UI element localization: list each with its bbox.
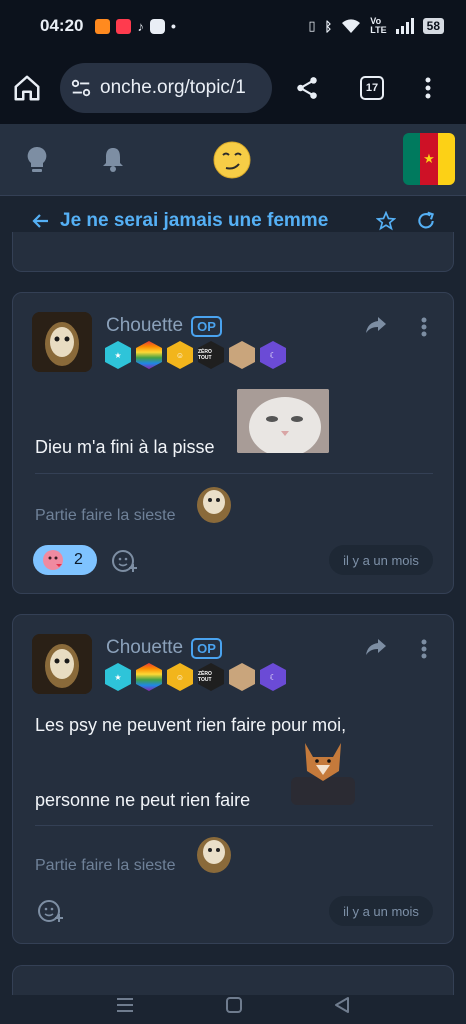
site-settings-icon[interactable] <box>70 77 92 99</box>
smiley-logo-icon[interactable] <box>212 140 252 180</box>
status-bar: 04:20 ♪ • ▯ ᛒ Vo LTE 58 <box>0 0 466 52</box>
owl-sticker-image <box>195 483 233 523</box>
star-badge-icon[interactable]: ★ <box>105 663 131 691</box>
system-nav-bar <box>0 996 466 1024</box>
youtube-icon <box>149 18 165 34</box>
url-bar[interactable]: onche.org/topic/1 <box>60 63 272 113</box>
rainbow-badge-icon[interactable] <box>136 663 162 691</box>
op-badge: OP <box>191 637 222 659</box>
volte-icon: Vo LTE <box>370 16 387 35</box>
author-name[interactable]: Chouette <box>106 315 183 337</box>
post-signature: Partie faire la sieste <box>35 857 176 874</box>
post-timestamp[interactable]: il y a un mois <box>329 896 433 926</box>
reaction-count: 2 <box>74 551 83 568</box>
bell-icon[interactable] <box>101 146 125 172</box>
cat-sticker-image <box>237 389 329 453</box>
vibrate-icon: ▯ <box>308 18 316 33</box>
badge-list: ★ ☺ ZÉRO TOUT ☾ <box>105 341 286 369</box>
op-badge: OP <box>191 315 222 337</box>
notification-app-icon <box>95 18 111 34</box>
moon-badge-icon[interactable]: ☾ <box>260 663 286 691</box>
cat-badge-icon[interactable] <box>229 663 255 691</box>
star-badge-icon[interactable]: ★ <box>105 341 131 369</box>
smiley-badge-icon[interactable]: ☺ <box>167 663 193 691</box>
zero-tout-badge[interactable]: ZÉRO TOUT <box>198 341 224 369</box>
post-signature: Partie faire la sieste <box>35 507 176 524</box>
cameroon-flag-icon[interactable]: ★ <box>403 133 455 185</box>
avatar[interactable] <box>32 634 92 694</box>
home-icon[interactable] <box>12 73 42 103</box>
post-more-icon[interactable] <box>421 639 427 659</box>
url-text: onche.org/topic/1 <box>100 77 246 98</box>
back-arrow-icon[interactable] <box>32 212 50 230</box>
flag-star-icon: ★ <box>423 151 435 166</box>
battery-indicator: 58 <box>422 18 444 34</box>
bluetooth-icon: ᛒ <box>324 18 333 34</box>
reaction-emoji-icon <box>43 550 63 570</box>
signal-icon <box>395 18 414 34</box>
topic-bar: Je ne serai jamais une femme <box>12 196 454 246</box>
signature-divider <box>35 825 433 826</box>
smiley-badge-icon[interactable]: ☺ <box>167 341 193 369</box>
post-message: Dieu m'a fini à la pisse <box>35 437 215 457</box>
browser-toolbar: onche.org/topic/1 17 <box>0 52 466 124</box>
reaction-pill[interactable]: 2 <box>33 545 97 575</box>
add-reaction-icon[interactable] <box>37 898 65 924</box>
status-time: 04:20 <box>40 16 84 35</box>
rainbow-badge-icon[interactable] <box>136 341 162 369</box>
reply-icon[interactable] <box>365 315 387 335</box>
site-header: ★ <box>0 124 466 196</box>
post-message-line: personne ne peut rien faire <box>35 790 251 810</box>
home-nav-icon[interactable] <box>225 996 243 1014</box>
more-notifications-dot-icon: • <box>170 18 176 34</box>
post-more-icon[interactable] <box>421 317 427 337</box>
signature-divider <box>35 473 433 474</box>
star-icon[interactable] <box>376 211 396 231</box>
post-author: Chouette OP <box>106 637 222 659</box>
topic-title[interactable]: Je ne serai jamais une femme <box>60 210 328 232</box>
tiktok-icon: ♪ <box>137 18 144 34</box>
owl-sticker-image <box>195 833 233 873</box>
tab-switcher-button[interactable]: 17 <box>360 76 384 100</box>
post-timestamp[interactable]: il y a un mois <box>329 545 433 575</box>
post-author: Chouette OP <box>106 315 222 337</box>
next-post-card <box>12 965 454 995</box>
avatar[interactable] <box>32 312 92 372</box>
music-app-icon <box>116 18 132 34</box>
author-name[interactable]: Chouette <box>106 637 183 659</box>
moon-badge-icon[interactable]: ☾ <box>260 341 286 369</box>
refresh-icon[interactable] <box>416 211 436 231</box>
wifi-icon <box>342 19 361 33</box>
zero-tout-badge[interactable]: ZÉRO TOUT <box>198 663 224 691</box>
more-vert-icon[interactable] <box>424 76 432 100</box>
reply-icon[interactable] <box>365 637 387 657</box>
post-card: Chouette OP ★ ☺ ZÉRO TOUT ☾ Dieu m'a fin… <box>12 292 454 594</box>
cat-badge-icon[interactable] <box>229 341 255 369</box>
badge-list: ★ ☺ ZÉRO TOUT ☾ <box>105 663 286 691</box>
back-nav-icon[interactable] <box>333 996 351 1014</box>
add-reaction-icon[interactable] <box>111 548 139 574</box>
recent-apps-icon[interactable] <box>115 996 135 1014</box>
lightbulb-icon[interactable] <box>26 146 48 174</box>
post-card: Chouette OP ★ ☺ ZÉRO TOUT ☾ Les psy ne p… <box>12 614 454 944</box>
share-icon[interactable] <box>294 74 320 102</box>
post-message-line: Les psy ne peuvent rien faire pour moi, <box>35 715 347 735</box>
wolf-sticker-image <box>283 735 363 805</box>
